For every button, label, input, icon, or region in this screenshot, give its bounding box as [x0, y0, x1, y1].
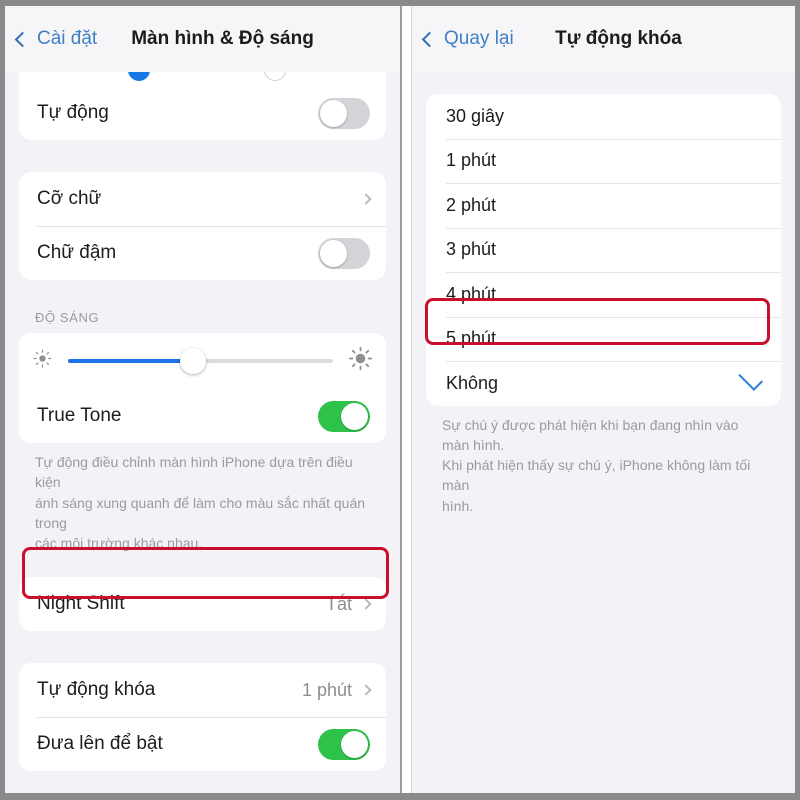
toggle-knob — [320, 239, 347, 267]
row-raise-to-wake[interactable]: Đưa lên để bật — [19, 717, 386, 771]
right-scroll-content[interactable]: 30 giây 1 phút 2 phút 3 phút 4 phút 5 ph… — [412, 72, 795, 793]
chevron-right-icon — [360, 684, 372, 697]
row-label: Đưa lên để bật — [37, 733, 163, 755]
back-to-settings-button[interactable]: Cài đặt — [5, 28, 97, 50]
row-label: Chữ đậm — [37, 242, 117, 263]
auto-appearance-toggle[interactable] — [318, 97, 370, 129]
toggle-knob — [341, 730, 368, 758]
option-label: 3 phút — [446, 239, 497, 260]
toggle-knob — [320, 99, 347, 127]
auto-lock-card: Tự động khóa 1 phút Đưa lên để bật — [19, 663, 386, 772]
left-navigation-bar: Cài đặt Màn hình & Độ sáng — [5, 6, 400, 72]
option-label: 1 phút — [446, 150, 497, 171]
text-settings-card: Cỡ chữ Chữ đậm — [19, 172, 386, 280]
true-tone-toggle[interactable] — [318, 400, 370, 432]
panel-divider — [400, 6, 412, 793]
display-brightness-screen: Cài đặt Màn hình & Độ sáng Tự động Cỡ ch… — [5, 6, 400, 793]
option-label: 4 phút — [446, 283, 497, 304]
auto-lock-screen: Quay lại Tự động khóa 30 giây 1 phút 2 p… — [412, 6, 795, 793]
toggle-knob — [341, 402, 368, 430]
row-text-size[interactable]: Cỡ chữ — [19, 172, 386, 226]
back-button-label: Quay lại — [444, 28, 514, 49]
row-true-tone[interactable]: True Tone — [19, 389, 386, 443]
chevron-left-icon — [421, 31, 438, 47]
screenshot-root: Cài đặt Màn hình & Độ sáng Tự động Cỡ ch… — [0, 0, 800, 800]
brightness-slider-fill — [68, 359, 193, 363]
option-1-minute[interactable]: 1 phút — [426, 138, 781, 183]
raise-to-wake-toggle[interactable] — [318, 728, 370, 760]
checkmark-icon — [738, 365, 764, 391]
brightness-slider-track[interactable] — [68, 348, 333, 374]
option-5-minutes[interactable]: 5 phút — [426, 316, 781, 361]
appearance-light-selected-icon[interactable] — [128, 72, 150, 81]
row-label: Tự động khóa — [37, 679, 156, 701]
row-auto-appearance[interactable]: Tự động — [19, 86, 386, 140]
brightness-group-header: ĐỘ SÁNG — [35, 310, 100, 325]
chevron-right-icon — [360, 193, 372, 205]
appearance-selector-cutoff[interactable] — [19, 72, 386, 86]
appearance-dark-unselected-icon[interactable] — [264, 72, 286, 81]
night-shift-card: Night Shift Tắt — [19, 577, 386, 632]
row-label: Tự động — [37, 102, 109, 123]
brightness-card: True Tone — [19, 333, 386, 443]
row-night-shift[interactable]: Night Shift Tắt — [19, 577, 386, 631]
right-navigation-bar: Quay lại Tự động khóa — [412, 6, 795, 72]
auto-lock-footer-text: Sự chú ý được phát hiện khi bạn đang nhì… — [442, 416, 751, 514]
option-label: 2 phút — [446, 194, 497, 215]
brightness-slider-handle[interactable] — [179, 348, 206, 374]
option-never[interactable]: Không — [426, 361, 781, 406]
auto-lock-options-card: 30 giây 1 phút 2 phút 3 phút 4 phút 5 ph… — [426, 94, 781, 406]
row-bold-text[interactable]: Chữ đậm — [19, 226, 386, 280]
brightness-slider-row[interactable] — [19, 333, 386, 389]
back-button-label: Cài đặt — [37, 28, 98, 49]
option-3-minutes[interactable]: 3 phút — [426, 227, 781, 272]
row-auto-lock[interactable]: Tự động khóa 1 phút — [19, 663, 386, 717]
true-tone-footer-text: Tự động điều chỉnh màn hình iPhone dựa t… — [35, 454, 366, 552]
option-4-minutes[interactable]: 4 phút — [426, 272, 781, 317]
bold-text-toggle[interactable] — [318, 237, 370, 269]
brightness-low-icon — [33, 349, 52, 373]
panel-pair: Cài đặt Màn hình & Độ sáng Tự động Cỡ ch… — [5, 6, 795, 793]
chevron-left-icon — [14, 31, 31, 47]
row-value: Tắt — [325, 593, 352, 614]
row-label: Cỡ chữ — [37, 188, 102, 209]
left-scroll-content[interactable]: Tự động Cỡ chữ Chữ đậm ĐỘ SÁNG True Tone… — [5, 72, 400, 793]
chevron-right-icon — [360, 598, 372, 611]
row-value: 1 phút — [301, 679, 352, 700]
option-30-seconds[interactable]: 30 giây — [426, 94, 781, 139]
option-2-minutes[interactable]: 2 phút — [426, 183, 781, 228]
option-label: 30 giây — [446, 105, 505, 126]
option-label: Không — [446, 372, 499, 393]
row-label: True Tone — [37, 405, 122, 426]
auto-appearance-card: Tự động — [19, 86, 386, 140]
row-label: Night Shift — [37, 593, 125, 615]
back-button[interactable]: Quay lại — [412, 28, 514, 50]
brightness-high-icon — [348, 346, 373, 375]
option-label: 5 phút — [446, 328, 497, 349]
